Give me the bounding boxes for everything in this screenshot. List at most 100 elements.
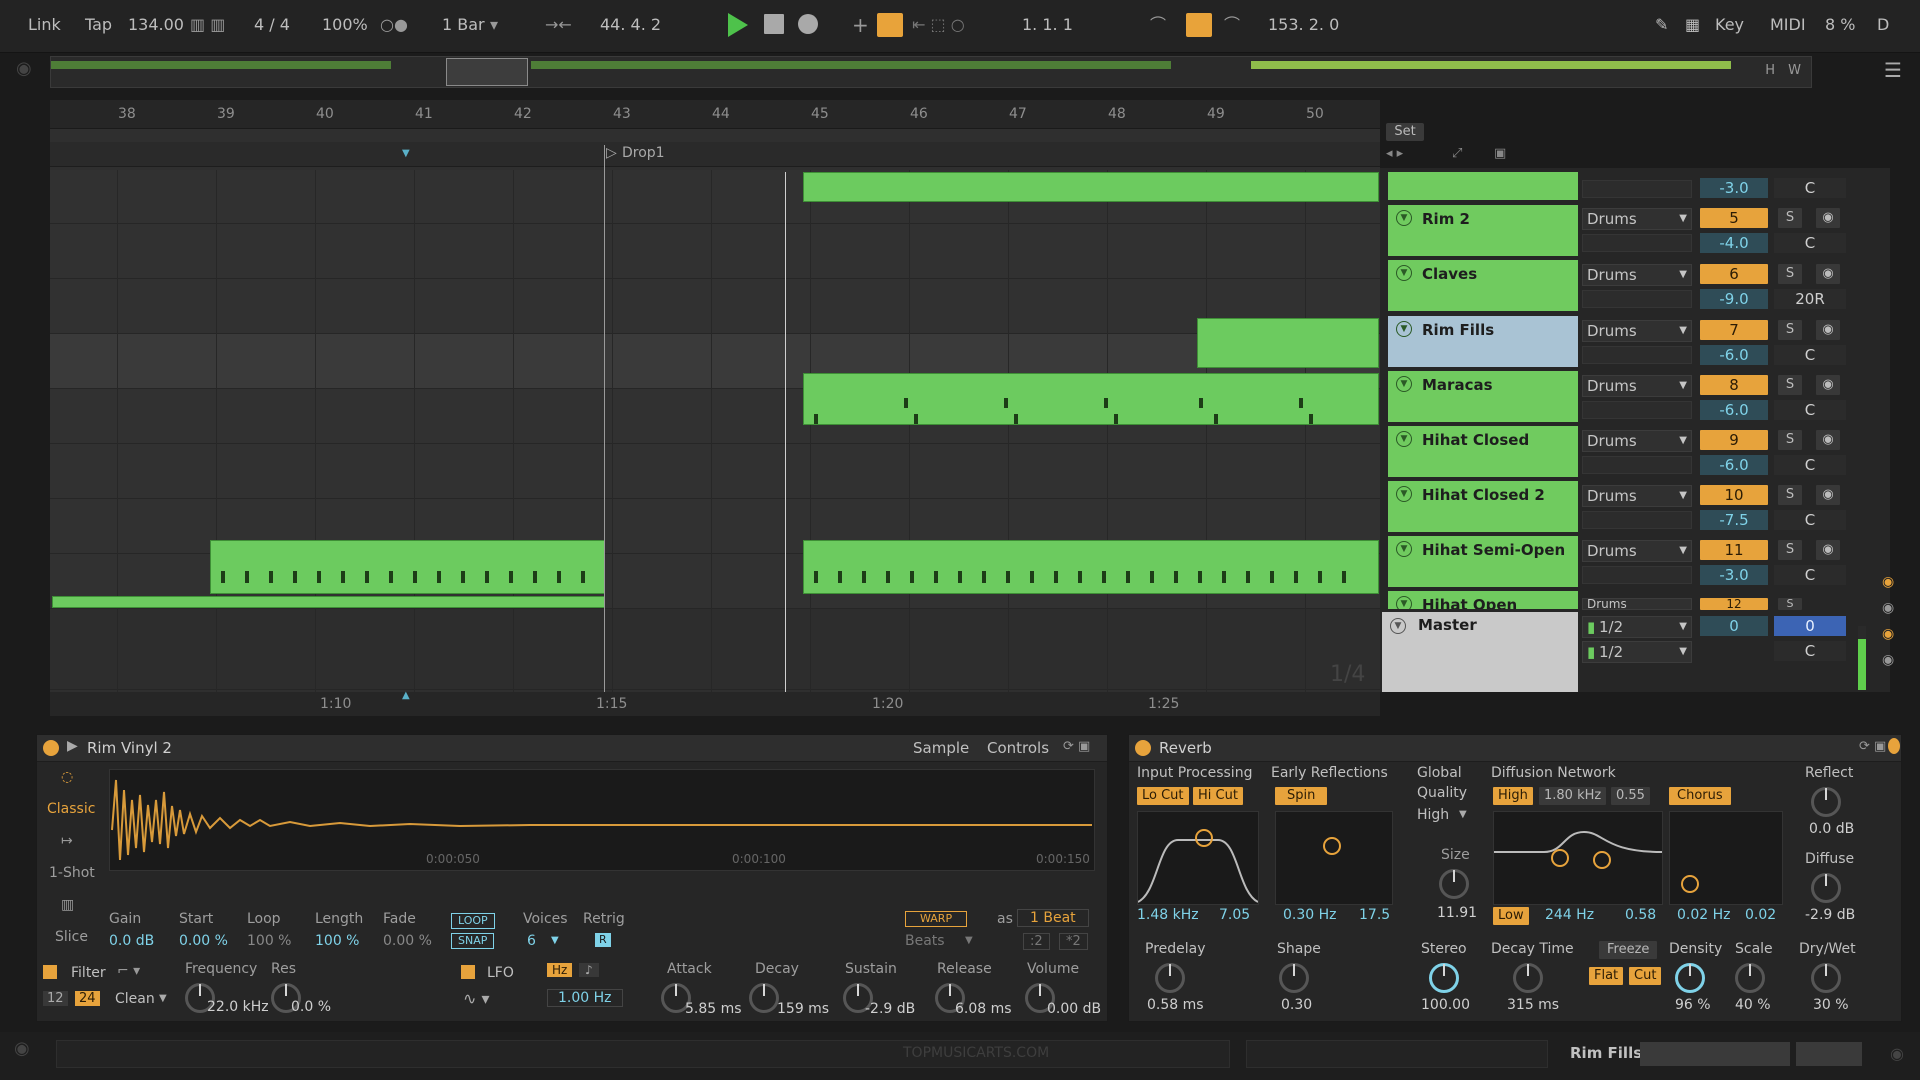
controls-tab[interactable]: Controls	[987, 739, 1049, 757]
predelay-knob[interactable]	[1155, 963, 1185, 993]
play-button[interactable]	[728, 13, 748, 37]
input-routing-select[interactable]: Drums ▼	[1582, 485, 1692, 507]
quantize-select[interactable]: 1 Bar	[442, 12, 485, 38]
key-map-button[interactable]: Key	[1715, 12, 1744, 38]
input-routing-select[interactable]: Drums	[1582, 598, 1692, 610]
arrangement-overview[interactable]: H W	[50, 56, 1812, 88]
beat-ruler[interactable]: 38 39 40 41 42 43 44 45 46 47 48 49 50	[50, 100, 1380, 129]
voices-value[interactable]: 6	[527, 933, 536, 949]
solo-button[interactable]: S	[1778, 320, 1802, 340]
slope-12-button[interactable]: 12	[43, 991, 68, 1006]
track-pan[interactable]: C	[1774, 233, 1846, 253]
playhead[interactable]	[785, 172, 786, 692]
master-name[interactable]: Master	[1418, 616, 1477, 634]
selected-track-label[interactable]: Rim Fills	[1570, 1044, 1642, 1062]
tap-button[interactable]: Tap	[85, 12, 112, 38]
spin-display[interactable]	[1275, 811, 1393, 905]
track-volume[interactable]: -6.0	[1700, 345, 1768, 365]
spin-amount-value[interactable]: 17.5	[1359, 907, 1390, 923]
arm-button[interactable]: ◉	[1816, 430, 1840, 450]
arm-button[interactable]: ◉	[1816, 375, 1840, 395]
track-volume[interactable]: -9.0	[1700, 289, 1768, 309]
solo-button[interactable]: S	[1778, 208, 1802, 228]
input-routing-select[interactable]: Drums ▼	[1582, 320, 1692, 342]
fold-icon[interactable]: ▼	[1396, 210, 1412, 226]
arm-button[interactable]: ◉	[1816, 320, 1840, 340]
track-volume[interactable]: -3.0	[1700, 178, 1768, 198]
follow-icon[interactable]: ○●	[380, 12, 408, 38]
solo-button[interactable]: S	[1778, 375, 1802, 395]
start-value[interactable]: 0.00 %	[179, 933, 228, 949]
fold-icon[interactable]: ▼	[1396, 431, 1412, 447]
solo-button[interactable]: S	[1778, 540, 1802, 560]
track-activator[interactable]: 9	[1700, 430, 1768, 450]
lock-icon[interactable]: ▣	[1494, 146, 1506, 161]
track-lane[interactable]	[50, 224, 1380, 279]
track-name[interactable]: Rim Fills	[1422, 321, 1494, 339]
device-thumbnail[interactable]	[1796, 1042, 1862, 1066]
midi-map-button[interactable]: MIDI	[1770, 12, 1806, 38]
input-routing-select[interactable]: Drums ▼	[1582, 540, 1692, 562]
midi-clip[interactable]	[803, 172, 1379, 202]
solo-button[interactable]: S	[1778, 430, 1802, 450]
crossfade-toggle-icon[interactable]: ◉	[1882, 652, 1894, 668]
track-name[interactable]: Hihat Closed 2	[1422, 486, 1545, 504]
waveform-display[interactable]: 0:00:050 0:00:100 0:00:150	[109, 769, 1095, 871]
spin-freq-value[interactable]: 0.30 Hz	[1283, 907, 1337, 923]
filter-circuit-select[interactable]: Clean	[115, 991, 155, 1007]
next-device-on-button[interactable]	[1888, 738, 1900, 754]
decay-knob[interactable]	[749, 983, 779, 1013]
slope-24-button[interactable]: 24	[75, 991, 100, 1006]
slice-icon[interactable]: ▥	[61, 897, 74, 913]
stereo-knob[interactable]	[1429, 963, 1459, 993]
track-volume[interactable]: -4.0	[1700, 233, 1768, 253]
high-amount-value[interactable]: 0.55	[1611, 787, 1650, 805]
loop-value[interactable]: 100 %	[247, 933, 291, 949]
midi-clip[interactable]	[52, 596, 605, 608]
track-activator[interactable]: 8	[1700, 375, 1768, 395]
width-toggle[interactable]: W	[1788, 63, 1801, 78]
input-sub-field[interactable]	[1582, 234, 1692, 252]
track-header[interactable]	[1388, 172, 1578, 202]
draw-mode-icon[interactable]: ✎	[1655, 12, 1668, 38]
master-pan[interactable]: C	[1774, 641, 1846, 661]
arm-button[interactable]: ◉	[1816, 540, 1840, 560]
warp-toggle[interactable]: WARP	[905, 911, 968, 927]
hi-cut-toggle[interactable]: Hi Cut	[1193, 787, 1243, 805]
locator-label[interactable]: Drop1	[622, 145, 665, 161]
input-routing-select[interactable]: Drums ▼	[1582, 430, 1692, 452]
loop-start-field[interactable]: 1. 1. 1	[1022, 12, 1073, 38]
low-shelf-toggle[interactable]: Low	[1493, 907, 1529, 925]
retrig-toggle[interactable]: R	[595, 933, 611, 947]
warp-length-field[interactable]: 1 Beat	[1017, 909, 1089, 927]
track-volume[interactable]: -6.0	[1700, 455, 1768, 475]
track-volume[interactable]: -7.5	[1700, 510, 1768, 530]
sample-tab[interactable]: Sample	[913, 739, 969, 757]
loop-toggle[interactable]: LOOP	[451, 913, 495, 929]
freeze-toggle[interactable]: Freeze	[1599, 941, 1658, 959]
fold-icon[interactable]: ▼	[1396, 376, 1412, 392]
lfo-wave-icon[interactable]: ∿ ▾	[463, 989, 490, 1008]
punch-in-icon[interactable]: ⌒	[1150, 12, 1166, 38]
gain-value[interactable]: 0.0 dB	[109, 933, 154, 949]
track-pan[interactable]: 20R	[1774, 289, 1846, 309]
loop-button[interactable]	[1186, 13, 1212, 37]
track-header-claves[interactable]: ▼ Claves	[1388, 260, 1578, 313]
diffuse-knob[interactable]	[1811, 873, 1841, 903]
set-button[interactable]: Set	[1386, 123, 1424, 141]
fold-icon[interactable]: ▼	[1396, 541, 1412, 557]
track-activator[interactable]: 5	[1700, 208, 1768, 228]
loop-length-field[interactable]: 153. 2. 0	[1268, 12, 1339, 38]
input-filter-display[interactable]	[1137, 811, 1259, 905]
input-sub-field[interactable]	[1582, 180, 1692, 198]
midi-clip[interactable]	[1197, 318, 1379, 368]
slice-mode[interactable]: Slice	[55, 929, 88, 945]
track-name[interactable]: Hihat Open	[1422, 596, 1517, 609]
tempo-field[interactable]: 134.00	[128, 12, 184, 38]
dry-wet-knob[interactable]	[1811, 963, 1841, 993]
track-name[interactable]: Hihat Semi-Open	[1422, 541, 1565, 559]
collapse-icon[interactable]: ◉	[14, 1038, 30, 1059]
prev-locator-icon[interactable]: ◂ ▸	[1386, 146, 1403, 161]
double-button[interactable]: *2	[1059, 933, 1088, 950]
track-lane[interactable]	[50, 609, 1380, 690]
